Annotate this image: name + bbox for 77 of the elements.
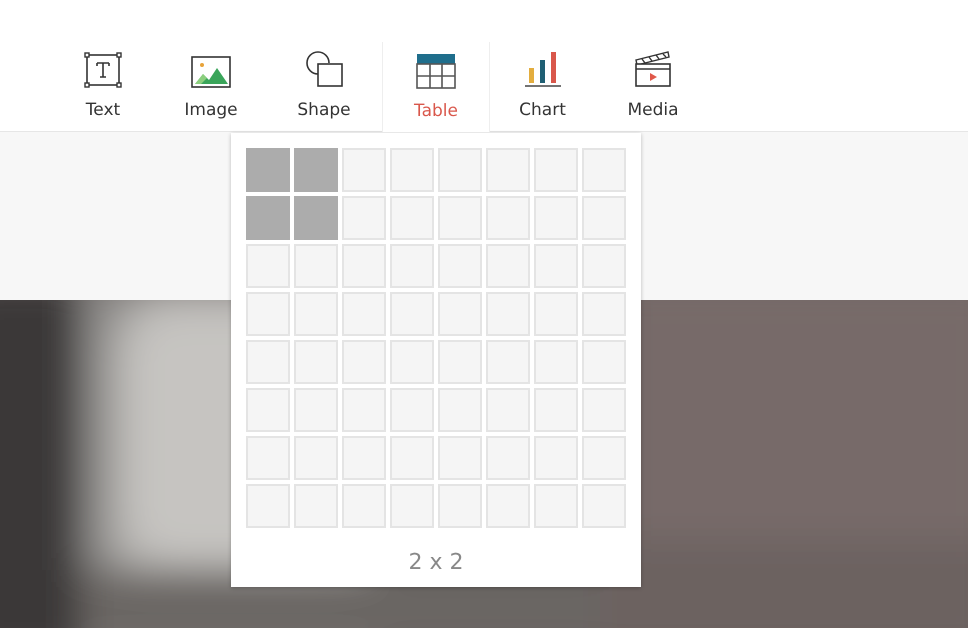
- grid-cell[interactable]: [294, 340, 338, 384]
- grid-cell[interactable]: [390, 484, 434, 528]
- grid-cell[interactable]: [342, 340, 386, 384]
- grid-cell[interactable]: [486, 340, 530, 384]
- toolbar-tab[interactable]: Chart: [489, 41, 596, 131]
- toolbar-tab[interactable]: Image: [157, 41, 265, 131]
- toolbar-tab[interactable]: Shape: [265, 41, 383, 131]
- grid-cell[interactable]: [438, 436, 482, 480]
- grid-cell[interactable]: [582, 148, 626, 192]
- grid-cell[interactable]: [534, 196, 578, 240]
- grid-cell[interactable]: [582, 244, 626, 288]
- grid-cell[interactable]: [534, 148, 578, 192]
- grid-cell[interactable]: [582, 484, 626, 528]
- grid-cell[interactable]: [246, 436, 290, 480]
- grid-cell[interactable]: [294, 196, 338, 240]
- grid-cell[interactable]: [534, 484, 578, 528]
- grid-cell[interactable]: [342, 148, 386, 192]
- table-icon: [416, 52, 456, 88]
- grid-cell[interactable]: [486, 292, 530, 336]
- grid-cell[interactable]: [294, 484, 338, 528]
- grid-cell[interactable]: [582, 388, 626, 432]
- grid-cell[interactable]: [294, 388, 338, 432]
- grid-cell[interactable]: [246, 388, 290, 432]
- clapperboard-icon: [634, 50, 672, 88]
- grid-cell[interactable]: [390, 148, 434, 192]
- grid-cell[interactable]: [486, 244, 530, 288]
- grid-cell[interactable]: [342, 484, 386, 528]
- grid-cell[interactable]: [438, 340, 482, 384]
- grid-cell[interactable]: [486, 148, 530, 192]
- landscape-icon: [191, 56, 231, 88]
- grid-cell[interactable]: [342, 436, 386, 480]
- grid-cell[interactable]: [438, 196, 482, 240]
- grid-cell[interactable]: [294, 292, 338, 336]
- grid-cell[interactable]: [534, 388, 578, 432]
- grid-cell[interactable]: [438, 148, 482, 192]
- grid-cell[interactable]: [246, 340, 290, 384]
- grid-cell[interactable]: [342, 388, 386, 432]
- grid-cell[interactable]: [390, 196, 434, 240]
- grid-cell[interactable]: [294, 148, 338, 192]
- grid-cell[interactable]: [486, 484, 530, 528]
- grid-cell[interactable]: [246, 244, 290, 288]
- grid-cell[interactable]: [390, 436, 434, 480]
- grid-cell[interactable]: [582, 196, 626, 240]
- table-size-label: 2 x 2: [408, 549, 464, 577]
- circle-square-icon: [304, 50, 344, 88]
- grid-cell[interactable]: [438, 388, 482, 432]
- grid-cell[interactable]: [390, 292, 434, 336]
- text-frame-icon: [84, 52, 122, 88]
- toolbar-tab[interactable]: Text: [49, 41, 157, 131]
- grid-cell[interactable]: [294, 436, 338, 480]
- grid-cell[interactable]: [438, 484, 482, 528]
- grid-cell[interactable]: [582, 436, 626, 480]
- grid-cell[interactable]: [390, 340, 434, 384]
- grid-cell[interactable]: [342, 196, 386, 240]
- bar-chart-icon: [524, 50, 562, 88]
- grid-cell[interactable]: [486, 196, 530, 240]
- toolbar-tab[interactable]: Table: [383, 42, 489, 132]
- grid-cell[interactable]: [486, 436, 530, 480]
- grid-cell[interactable]: [390, 388, 434, 432]
- grid-cell[interactable]: [582, 340, 626, 384]
- grid-cell[interactable]: [582, 292, 626, 336]
- grid-cell[interactable]: [534, 340, 578, 384]
- grid-cell[interactable]: [342, 292, 386, 336]
- grid-cell[interactable]: [246, 484, 290, 528]
- grid-cell[interactable]: [438, 244, 482, 288]
- grid-cell[interactable]: [486, 388, 530, 432]
- toolbar-tab[interactable]: Media: [596, 41, 710, 131]
- grid-cell[interactable]: [246, 148, 290, 192]
- grid-cell[interactable]: [390, 244, 434, 288]
- grid-cell[interactable]: [534, 292, 578, 336]
- grid-cell[interactable]: [342, 244, 386, 288]
- grid-cell[interactable]: [438, 292, 482, 336]
- grid-cell[interactable]: [246, 196, 290, 240]
- grid-cell[interactable]: [534, 244, 578, 288]
- grid-cell[interactable]: [534, 436, 578, 480]
- grid-cell[interactable]: [294, 244, 338, 288]
- grid-cell[interactable]: [246, 292, 290, 336]
